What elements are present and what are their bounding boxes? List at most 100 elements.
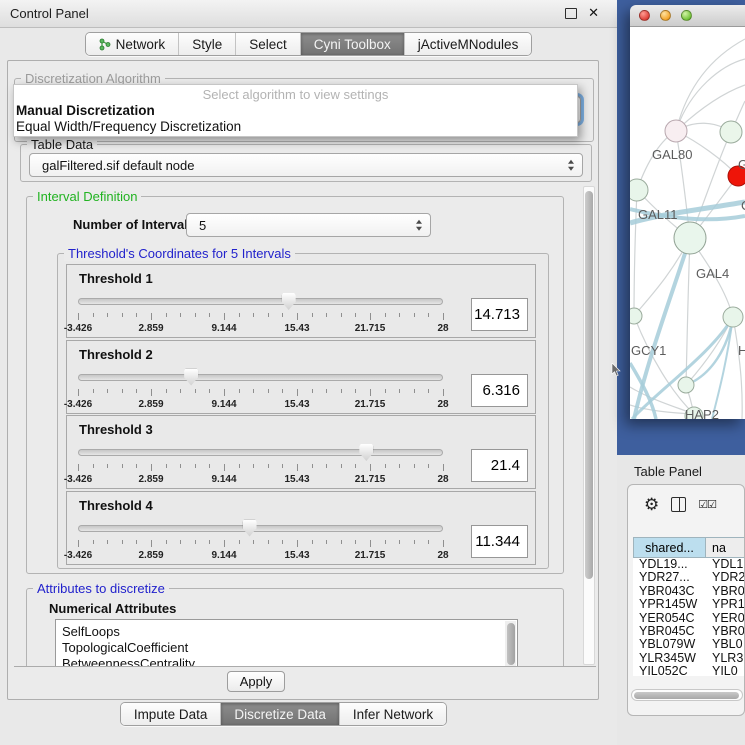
network-node[interactable] bbox=[720, 121, 742, 143]
network-node[interactable] bbox=[723, 307, 743, 327]
slider-handle[interactable] bbox=[359, 444, 373, 461]
attribute-item-topologicalcoefficient[interactable]: TopologicalCoefficient bbox=[56, 640, 517, 656]
tab-style[interactable]: Style bbox=[178, 33, 235, 55]
network-node[interactable] bbox=[678, 377, 694, 393]
slider-tick bbox=[136, 540, 137, 544]
node-label-hap2: HAP2 bbox=[685, 407, 719, 419]
slider-tick bbox=[122, 389, 123, 393]
tab-select[interactable]: Select bbox=[235, 33, 300, 55]
threshold-value-field[interactable]: 11.344 bbox=[471, 525, 528, 558]
table-row[interactable]: YDR27...YDR2 bbox=[633, 571, 745, 584]
table-cell: YBR043C bbox=[633, 585, 706, 598]
close-icon[interactable]: ✕ bbox=[588, 5, 599, 21]
table-row[interactable]: YBL079WYBL0 bbox=[633, 638, 745, 651]
settings-vertical-scrollbar[interactable] bbox=[583, 186, 595, 665]
threshold-value-field[interactable]: 21.4 bbox=[471, 449, 528, 482]
threshold-slider[interactable]: -3.4262.8599.14415.4321.71528 bbox=[78, 291, 443, 335]
threshold-panel-3: Threshold 3 -3.4262.8599.14415.4321.71528… bbox=[66, 415, 536, 489]
network-node[interactable] bbox=[630, 308, 642, 324]
interval-definition-group: Interval Definition Number of Intervals … bbox=[26, 196, 564, 574]
slider-tick bbox=[151, 313, 152, 320]
slider-tick bbox=[282, 313, 283, 317]
slider-tick bbox=[428, 313, 429, 317]
table-row[interactable]: YIL052CYIL0 bbox=[633, 665, 745, 676]
slider-tick bbox=[209, 389, 210, 393]
tab-cyni-toolbox[interactable]: Cyni Toolbox bbox=[300, 33, 404, 55]
tab-jactivemnodules[interactable]: jActiveMNodules bbox=[404, 33, 532, 55]
tab-network[interactable]: Network bbox=[86, 33, 179, 55]
threshold-slider[interactable]: -3.4262.8599.14415.4321.71528 bbox=[78, 367, 443, 411]
attribute-item-betweennesscentrality[interactable]: BetweennessCentrality bbox=[56, 656, 517, 666]
tab-discretize-data[interactable]: Discretize Data bbox=[220, 703, 339, 725]
column-header-name[interactable]: na bbox=[706, 537, 745, 558]
column-header-shared-name[interactable]: shared... bbox=[633, 537, 706, 558]
table-row[interactable]: YER054CYER0 bbox=[633, 612, 745, 625]
slider-handle[interactable] bbox=[184, 369, 198, 386]
settings-gear-icon[interactable]: ⚙ bbox=[644, 496, 659, 513]
slider-tick-label: 21.715 bbox=[355, 399, 386, 410]
slider-handle[interactable] bbox=[243, 520, 257, 537]
close-traffic-light-icon[interactable] bbox=[639, 10, 650, 21]
table-row[interactable]: YBR045CYBR0 bbox=[633, 625, 745, 638]
slider-tick bbox=[326, 464, 327, 468]
zoom-traffic-light-icon[interactable] bbox=[681, 10, 692, 21]
network-node[interactable] bbox=[674, 222, 706, 254]
slider-tick bbox=[385, 464, 386, 468]
slider-track[interactable] bbox=[78, 525, 443, 532]
slider-tick bbox=[151, 540, 152, 547]
threshold-label: Threshold 3 bbox=[79, 422, 153, 437]
attribute-item-selfloops[interactable]: SelfLoops bbox=[56, 624, 517, 640]
table-cell: YPR145W bbox=[633, 598, 706, 611]
attributes-list-scrollbar[interactable] bbox=[505, 621, 516, 666]
slider-tick bbox=[370, 540, 371, 547]
slider-track[interactable] bbox=[78, 374, 443, 381]
slider-handle[interactable] bbox=[282, 293, 296, 310]
table-row[interactable]: YPR145WYPR1 bbox=[633, 598, 745, 611]
threshold-slider[interactable]: -3.4262.8599.14415.4321.71528 bbox=[78, 442, 443, 486]
threshold-value-field[interactable]: 14.713 bbox=[471, 298, 528, 331]
slider-tick bbox=[166, 313, 167, 317]
number-of-intervals-select[interactable]: 5 bbox=[186, 213, 431, 237]
network-canvas[interactable]: GAL80GACGAL11GAL4GCY1HHAP2 bbox=[630, 27, 745, 419]
table-cell: YIL052C bbox=[633, 665, 706, 676]
network-node[interactable] bbox=[665, 120, 687, 142]
network-view-window: GAL80GACGAL11GAL4GCY1HHAP2 bbox=[630, 5, 745, 419]
apply-button[interactable]: Apply bbox=[227, 671, 285, 692]
slider-track[interactable] bbox=[78, 449, 443, 456]
node-label-h: H bbox=[738, 343, 745, 358]
slider-tick bbox=[78, 464, 79, 471]
slider-tick-label: 2.859 bbox=[138, 323, 163, 334]
slider-tick-label: 9.144 bbox=[211, 323, 236, 334]
threshold-value-field[interactable]: 6.316 bbox=[471, 374, 528, 407]
table-cell: YDL1 bbox=[706, 558, 745, 571]
slider-tick bbox=[122, 313, 123, 317]
slider-tick bbox=[414, 540, 415, 544]
slider-tick bbox=[195, 313, 196, 317]
tab-infer-network[interactable]: Infer Network bbox=[339, 703, 446, 725]
table-cell: YDR2 bbox=[706, 571, 745, 584]
slider-track[interactable] bbox=[78, 298, 443, 305]
slider-tick bbox=[166, 540, 167, 544]
slider-tick bbox=[78, 540, 79, 547]
table-horizontal-scrollbar[interactable] bbox=[631, 689, 743, 701]
table-cell: YBR0 bbox=[706, 585, 745, 598]
numerical-attributes-label: Numerical Attributes bbox=[49, 601, 176, 616]
split-columns-icon[interactable] bbox=[671, 497, 686, 512]
threshold-slider[interactable]: -3.4262.8599.14415.4321.71528 bbox=[78, 518, 443, 562]
table-cell: YLR3 bbox=[706, 652, 745, 665]
numerical-attributes-list[interactable]: SelfLoopsTopologicalCoefficientBetweenne… bbox=[55, 619, 518, 666]
float-window-icon[interactable] bbox=[565, 8, 577, 19]
control-panel-titlebar: Control Panel ✕ bbox=[0, 0, 617, 28]
table-data-select[interactable]: galFiltered.sif default node bbox=[29, 153, 583, 177]
select-columns-icon[interactable]: ☑☑ bbox=[698, 498, 716, 511]
slider-tick bbox=[253, 464, 254, 468]
algorithm-option-manual-discretization[interactable]: Manual Discretization bbox=[14, 103, 577, 119]
network-node[interactable] bbox=[630, 179, 648, 201]
minimize-traffic-light-icon[interactable] bbox=[660, 10, 671, 21]
table-row[interactable]: YDL19...YDL1 bbox=[633, 558, 745, 571]
table-row[interactable]: YLR345WYLR3 bbox=[633, 652, 745, 665]
algorithm-option-equal-width-frequency-discretization[interactable]: Equal Width/Frequency Discretization bbox=[14, 119, 577, 135]
table-row[interactable]: YBR043CYBR0 bbox=[633, 585, 745, 598]
tab-impute-data[interactable]: Impute Data bbox=[121, 703, 221, 725]
slider-tick bbox=[268, 540, 269, 544]
